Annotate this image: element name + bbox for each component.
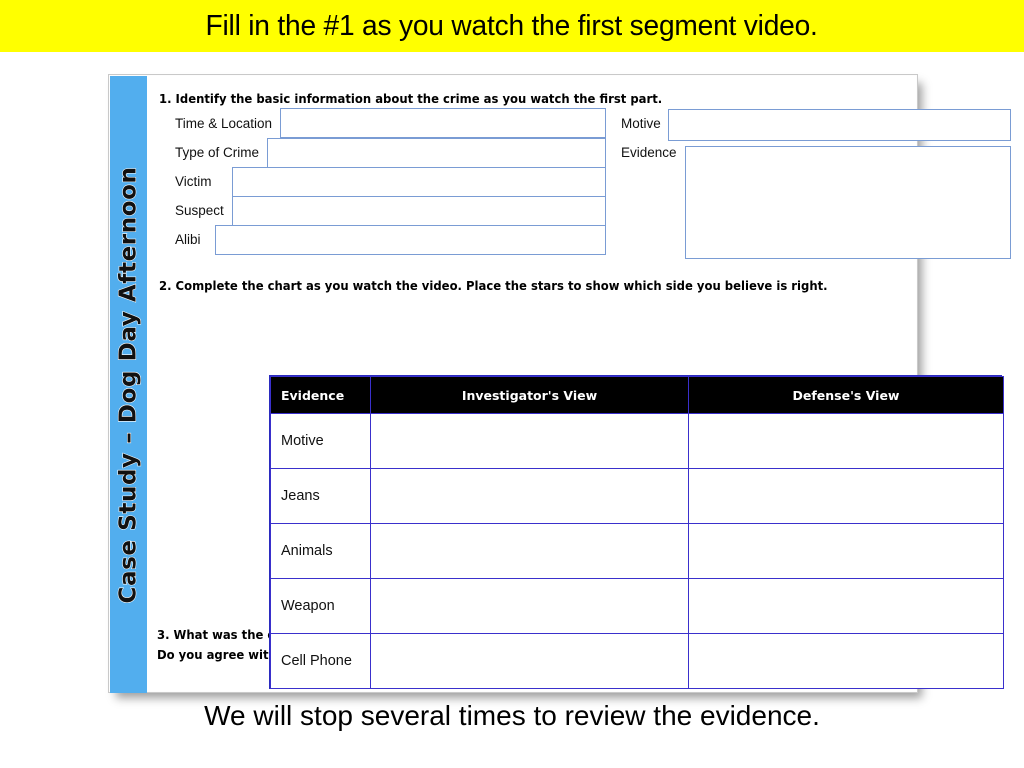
cell-evidence-animals: Animals xyxy=(270,523,371,579)
cell-evidence-jeans: Jeans xyxy=(270,468,371,524)
table-header-investigators-view: Investigator's View xyxy=(370,376,689,414)
banner-title: Fill in the #1 as you watch the first se… xyxy=(205,9,819,42)
cell-investigator-jeans[interactable] xyxy=(370,468,689,524)
input-time-location[interactable] xyxy=(280,108,606,138)
label-alibi: Alibi xyxy=(175,232,201,247)
section1-prompt: 1. Identify the basic information about … xyxy=(159,91,663,106)
input-alibi[interactable] xyxy=(215,225,606,255)
label-type-of-crime: Type of Crime xyxy=(175,145,260,160)
table-header-defenses-view: Defense's View xyxy=(688,376,1004,414)
input-victim[interactable] xyxy=(232,167,606,197)
label-evidence: Evidence xyxy=(621,145,677,160)
cell-investigator-cell-phone[interactable] xyxy=(370,633,689,689)
table-row: Animals xyxy=(270,523,1004,579)
label-motive: Motive xyxy=(621,116,661,131)
table-row: Cell Phone xyxy=(270,633,1004,689)
cell-investigator-animals[interactable] xyxy=(370,523,689,579)
bottom-caption: We will stop several times to review the… xyxy=(204,700,820,731)
input-suspect[interactable] xyxy=(232,196,606,226)
table-row: Jeans xyxy=(270,468,1004,524)
section2-prompt: 2. Complete the chart as you watch the v… xyxy=(159,278,828,293)
label-victim: Victim xyxy=(175,174,212,189)
cell-evidence-motive: Motive xyxy=(270,413,371,469)
cell-defense-animals[interactable] xyxy=(688,523,1004,579)
cell-evidence-cell-phone: Cell Phone xyxy=(270,633,371,689)
cell-defense-weapon[interactable] xyxy=(688,578,1004,634)
table-header-evidence: Evidence xyxy=(270,376,371,414)
cell-defense-motive[interactable] xyxy=(688,413,1004,469)
input-type-of-crime[interactable] xyxy=(267,138,606,168)
input-motive[interactable] xyxy=(668,109,1011,141)
label-suspect: Suspect xyxy=(175,203,224,218)
top-banner: Fill in the #1 as you watch the first se… xyxy=(0,0,1024,52)
input-evidence[interactable] xyxy=(685,146,1011,259)
spine-title: Case Study – Dog Day Afternoon xyxy=(114,165,141,603)
cell-defense-jeans[interactable] xyxy=(688,468,1004,524)
worksheet-spine: Case Study – Dog Day Afternoon xyxy=(110,76,147,693)
evidence-table: Evidence Investigator's View Defense's V… xyxy=(269,375,1004,689)
table-row: Weapon xyxy=(270,578,1004,634)
worksheet-card: Case Study – Dog Day Afternoon 1. Identi… xyxy=(108,74,1011,693)
label-time-location: Time & Location xyxy=(175,116,273,131)
table-row: Motive xyxy=(270,413,1004,469)
cell-investigator-motive[interactable] xyxy=(370,413,689,469)
table-header-row: Evidence Investigator's View Defense's V… xyxy=(270,376,1004,414)
cell-evidence-weapon: Weapon xyxy=(270,578,371,634)
cell-defense-cell-phone[interactable] xyxy=(688,633,1004,689)
cell-investigator-weapon[interactable] xyxy=(370,578,689,634)
